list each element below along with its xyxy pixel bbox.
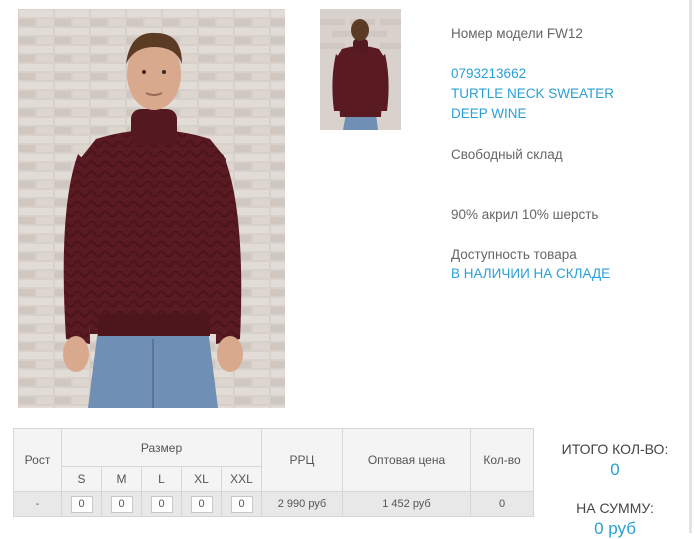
product-name-line1: TURTLE NECK SWEATER (451, 86, 615, 101)
size-order-table: Рост Размер РРЦ Оптовая цена Кол-во S M … (13, 428, 534, 517)
table-row: - 0 0 0 0 0 2 990 руб 1 452 руб 0 (13, 491, 534, 517)
size-xxl: XXL (221, 466, 262, 492)
size-xl: XL (181, 466, 222, 492)
header-wholesale: Оптовая цена (342, 428, 471, 492)
header-size: Размер (61, 428, 262, 467)
total-sum-label: НА СУММУ: (576, 500, 654, 516)
product-name-line2: DEEP WINE (451, 106, 527, 121)
stock-type: Свободный склад (451, 147, 563, 162)
right-border (689, 0, 692, 533)
qty-input-xl[interactable]: 0 (190, 495, 213, 513)
size-s: S (61, 466, 102, 492)
row-rrp: 2 990 руб (261, 491, 343, 517)
qty-cell-s: 0 (61, 491, 102, 517)
qty-input-m[interactable]: 0 (110, 495, 133, 513)
total-qty-value: 0 (610, 460, 620, 479)
row-wholesale: 1 452 руб (342, 491, 471, 517)
size-l: L (141, 466, 182, 492)
qty-input-s[interactable]: 0 (70, 495, 93, 513)
thumbnail-back-view[interactable] (320, 9, 401, 130)
size-m: M (101, 466, 142, 492)
total-qty-label: ИТОГО КОЛ-ВО: (561, 441, 669, 457)
qty-input-l[interactable]: 0 (150, 495, 173, 513)
availability-label: Доступность товара (451, 247, 577, 262)
model-front-photo-icon (18, 9, 285, 408)
model-back-photo-icon (320, 9, 401, 130)
total-sum-value: 0 руб (594, 519, 636, 538)
total-sum: НА СУММУ: 0 руб (545, 500, 685, 539)
main-product-photo[interactable] (18, 9, 285, 408)
row-height: - (13, 491, 62, 517)
composition: 90% акрил 10% шерсть (451, 207, 599, 222)
row-qty: 0 (470, 491, 534, 517)
header-qty: Кол-во (470, 428, 534, 492)
model-number: Номер модели FW12 (451, 26, 583, 41)
availability-value: В НАЛИЧИИ НА СКЛАДЕ (451, 266, 611, 281)
qty-cell-l: 0 (141, 491, 182, 517)
qty-cell-xl: 0 (181, 491, 222, 517)
qty-cell-xxl: 0 (221, 491, 262, 517)
qty-input-xxl[interactable]: 0 (230, 495, 253, 513)
header-height: Рост (13, 428, 62, 492)
article-number: 0793213662 (451, 66, 527, 81)
qty-cell-m: 0 (101, 491, 142, 517)
header-rrp: РРЦ (261, 428, 343, 492)
total-quantity: ИТОГО КОЛ-ВО: 0 (545, 441, 685, 480)
